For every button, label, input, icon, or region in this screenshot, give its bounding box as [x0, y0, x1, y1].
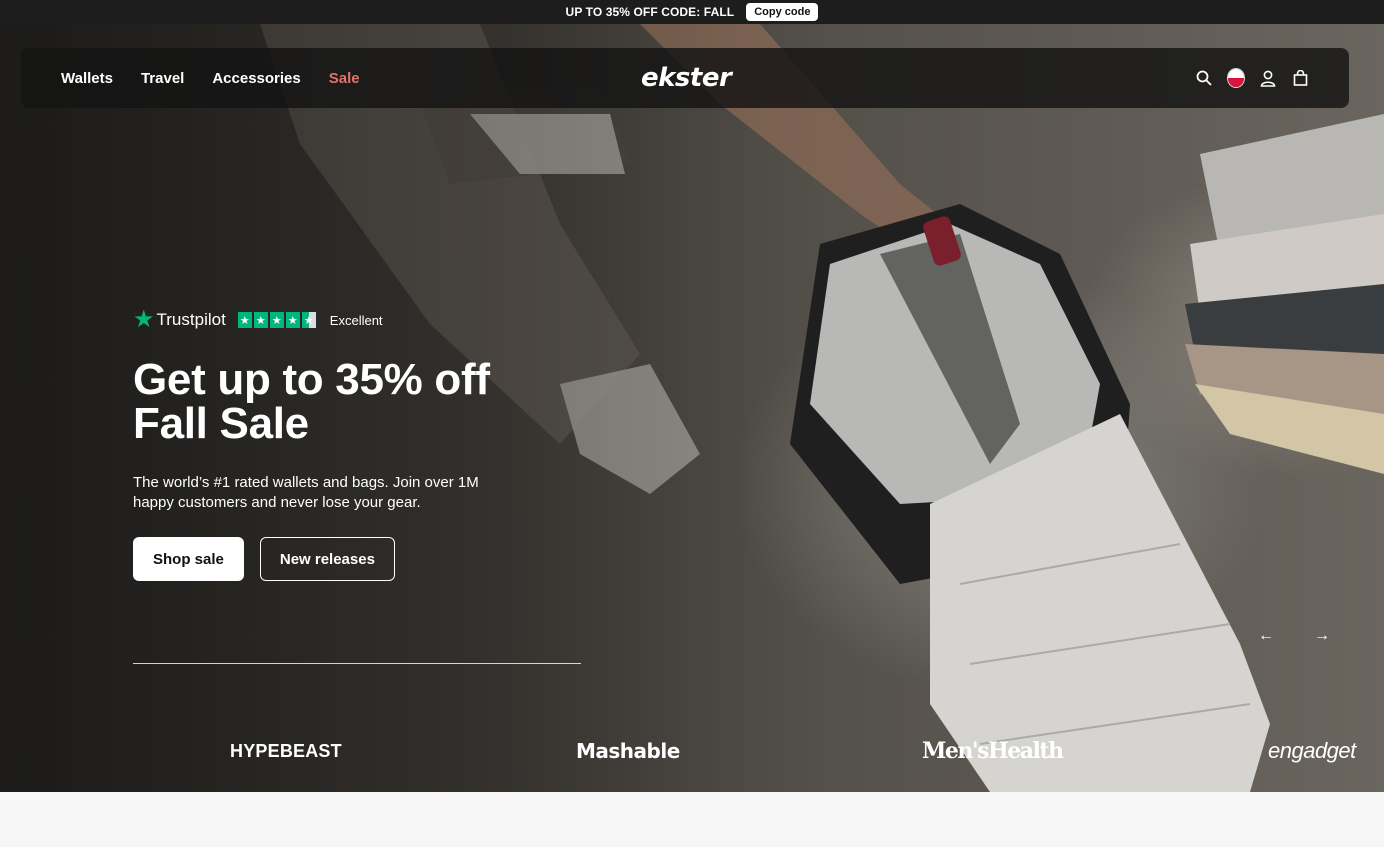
- cta-row: Shop sale New releases: [133, 537, 593, 581]
- nav-link-wallets[interactable]: Wallets: [61, 70, 113, 87]
- hero-subtext: The world’s #1 rated wallets and bags. J…: [133, 474, 479, 511]
- press-logo-engadget: engadget: [1268, 738, 1356, 763]
- promo-bar: UP TO 35% OFF CODE: FALL Copy code: [0, 0, 1384, 24]
- hero-content: ★ Trustpilot ★ ★ ★ ★ ★ Excellent Get up …: [133, 306, 593, 581]
- nav-link-sale[interactable]: Sale: [329, 70, 360, 87]
- rating-star-icon: ★: [237, 312, 252, 328]
- headline-line-2: Fall Sale: [133, 399, 309, 448]
- account-icon[interactable]: [1259, 69, 1277, 87]
- rating-star-icon: ★: [269, 312, 284, 328]
- trustpilot-widget[interactable]: ★ Trustpilot ★ ★ ★ ★ ★ Excellent: [133, 306, 593, 334]
- promo-text: UP TO 35% OFF CODE: FALL: [565, 5, 735, 19]
- brand-logo[interactable]: ekster: [641, 63, 732, 93]
- nav-link-travel[interactable]: Travel: [141, 70, 184, 87]
- press-logo-hypebeast: HYPEBEAST: [230, 740, 342, 761]
- trustpilot-star-icon: ★: [133, 306, 155, 333]
- rating-half-star-icon: ★: [301, 312, 316, 328]
- cart-icon[interactable]: [1291, 69, 1309, 87]
- search-icon[interactable]: [1195, 69, 1213, 87]
- shop-sale-button[interactable]: Shop sale: [133, 537, 244, 581]
- rating-star-icon: ★: [253, 312, 268, 328]
- carousel-arrows: ← →: [1258, 627, 1330, 644]
- new-releases-button[interactable]: New releases: [259, 537, 395, 581]
- headline-line-1: Get up to 35% off: [133, 355, 490, 404]
- copy-code-button[interactable]: Copy code: [746, 3, 819, 21]
- nav-links: Wallets Travel Accessories Sale: [61, 48, 360, 108]
- arrow-left-icon[interactable]: ←: [1258, 627, 1274, 644]
- press-logo-menshealth: Men'sHealth: [922, 738, 1064, 764]
- carousel-progress-line: [133, 663, 581, 664]
- hero-banner: Wallets Travel Accessories Sale ekster ★…: [0, 24, 1384, 792]
- press-logo-mashable: Mashable: [576, 739, 680, 763]
- press-logos: HYPEBEAST Mashable Men'sHealth engadget: [0, 736, 1384, 766]
- nav-icons: [1195, 48, 1309, 108]
- trustpilot-rating-text: Excellent: [329, 312, 383, 328]
- nav-link-accessories[interactable]: Accessories: [212, 70, 300, 87]
- rating-star-icon: ★: [285, 312, 300, 328]
- hero-headline: Get up to 35% off Fall Sale: [133, 358, 593, 446]
- arrow-right-icon[interactable]: →: [1314, 627, 1330, 644]
- poland-flag-icon[interactable]: [1227, 68, 1245, 88]
- trustpilot-brand: Trustpilot: [156, 310, 226, 329]
- trustpilot-rating-stars: ★ ★ ★ ★ ★: [237, 312, 316, 328]
- country-flag: [1227, 68, 1245, 88]
- main-navbar: Wallets Travel Accessories Sale ekster: [21, 48, 1349, 108]
